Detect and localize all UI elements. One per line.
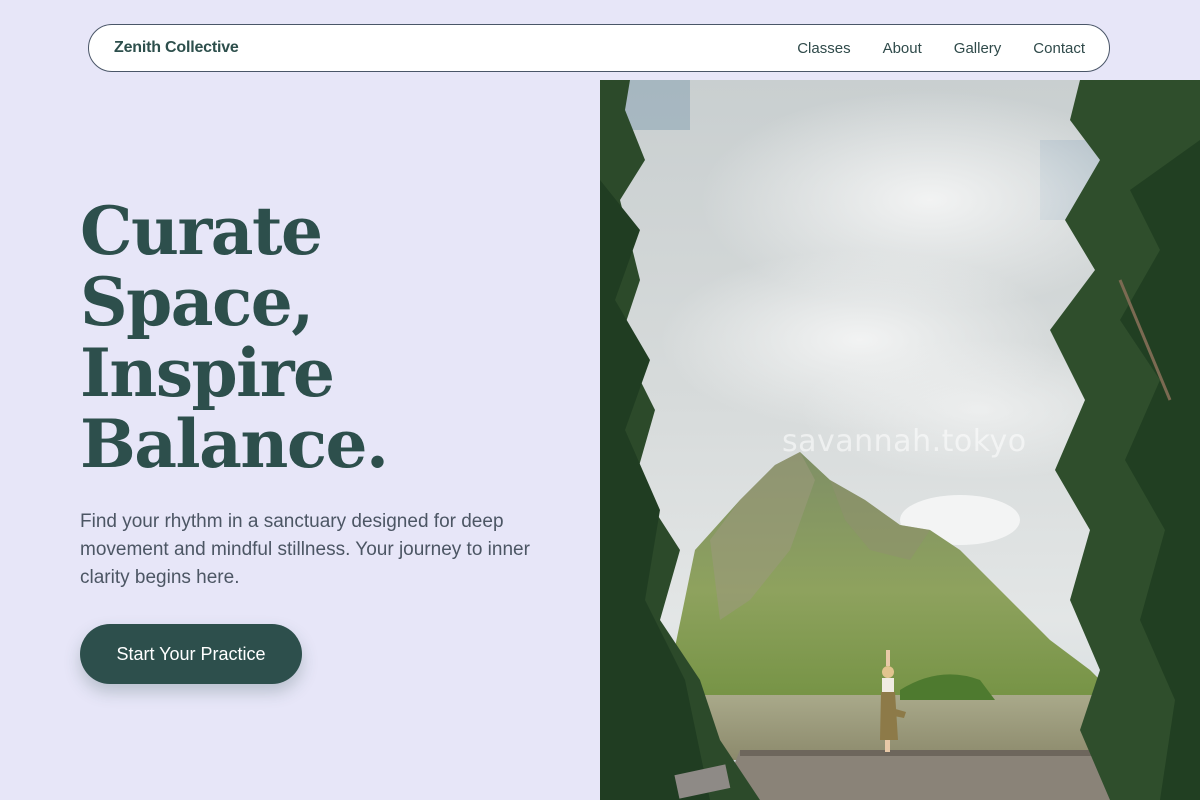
nav-link-contact[interactable]: Contact — [1033, 40, 1085, 57]
start-practice-button[interactable]: Start Your Practice — [80, 624, 302, 684]
nav-link-gallery[interactable]: Gallery — [954, 40, 1002, 57]
nav-link-classes[interactable]: Classes — [797, 40, 850, 57]
hero-title-line: Balance. — [80, 405, 389, 483]
hero-title-line: Inspire — [80, 334, 335, 412]
brand-logo[interactable]: Zenith Collective — [114, 39, 239, 57]
nav-link-about[interactable]: About — [883, 40, 922, 57]
hero-title-line: Space, — [80, 263, 314, 341]
landing-page: Zenith Collective Classes About Gallery … — [0, 0, 1200, 800]
hero-subtitle: Find your rhythm in a sanctuary designed… — [80, 511, 530, 588]
hero-title-line: Curate — [80, 192, 323, 270]
nav-links: Classes About Gallery Contact — [797, 40, 1085, 57]
image-watermark: savannah.tokyo — [782, 424, 1027, 459]
hero-title: Curate Space, Inspire Balance. — [80, 192, 389, 483]
top-navbar: Zenith Collective Classes About Gallery … — [88, 24, 1110, 72]
